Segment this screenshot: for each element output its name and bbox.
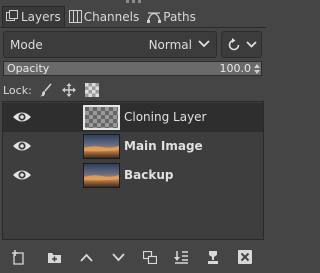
tab-channels[interactable]: Channels (65, 6, 144, 27)
layer-thumbnail[interactable] (83, 163, 120, 188)
new-layer-icon[interactable] (8, 247, 30, 267)
layers-toolbar (0, 245, 266, 269)
merge-down-icon[interactable] (170, 247, 192, 267)
layers-dialog: Layers Channels Paths Mode Normal Opacit… (0, 0, 266, 273)
tab-layers[interactable]: Layers (2, 6, 65, 27)
paths-icon (147, 12, 162, 23)
dock-grip[interactable] (124, 0, 142, 4)
composite-mode-button[interactable] (221, 31, 262, 58)
tab-layers-label: Layers (21, 9, 61, 24)
chevron-down-icon (246, 41, 257, 48)
raise-layer-icon[interactable] (75, 247, 97, 267)
layer-thumbnail[interactable] (83, 105, 120, 130)
tab-paths-label: Paths (163, 9, 196, 24)
tab-paths[interactable]: Paths (143, 6, 200, 27)
opacity-value: 100.0 (219, 62, 252, 75)
mode-label: Mode (10, 38, 43, 52)
layer-name[interactable]: Backup (124, 168, 173, 182)
duplicate-layer-icon[interactable] (139, 247, 161, 267)
opacity-label: Opacity (7, 62, 50, 75)
layer-row-main-image[interactable]: Main Image (3, 132, 263, 161)
reset-mode-icon (228, 38, 240, 51)
lower-layer-icon[interactable] (107, 247, 129, 267)
mode-select[interactable]: Mode Normal (3, 31, 217, 58)
layer-thumbnail[interactable] (83, 134, 120, 159)
tab-divider (0, 27, 266, 28)
mode-value: Normal (148, 38, 192, 52)
chevron-down-icon (198, 40, 210, 48)
paintbrush-icon[interactable] (38, 82, 54, 98)
tab-channels-label: Channels (83, 9, 140, 24)
layer-name[interactable]: Cloning Layer (124, 110, 207, 124)
new-group-icon[interactable] (43, 247, 65, 267)
mode-row: Mode Normal (3, 31, 262, 58)
dock-tabs: Layers Channels Paths (2, 6, 200, 27)
lock-label: Lock: (3, 83, 32, 97)
layer-name[interactable]: Main Image (124, 139, 203, 153)
layers-icon (6, 10, 18, 21)
spin-arrows-icon[interactable] (254, 63, 260, 75)
layer-list[interactable]: Cloning Layer Main Image Backup (2, 101, 264, 240)
channels-icon (68, 10, 82, 23)
alpha-checker-icon[interactable] (84, 82, 100, 98)
anchor-icon[interactable] (202, 247, 224, 267)
eye-icon[interactable] (12, 110, 32, 124)
layer-row-cloning-layer[interactable]: Cloning Layer (3, 103, 263, 132)
eye-icon[interactable] (12, 139, 32, 153)
delete-layer-icon[interactable] (234, 247, 256, 267)
lock-row: Lock: (3, 82, 107, 98)
eye-icon[interactable] (12, 168, 32, 182)
layer-row-backup[interactable]: Backup (3, 161, 263, 190)
opacity-slider[interactable]: Opacity 100.0 (3, 61, 262, 76)
move-icon[interactable] (61, 82, 77, 98)
